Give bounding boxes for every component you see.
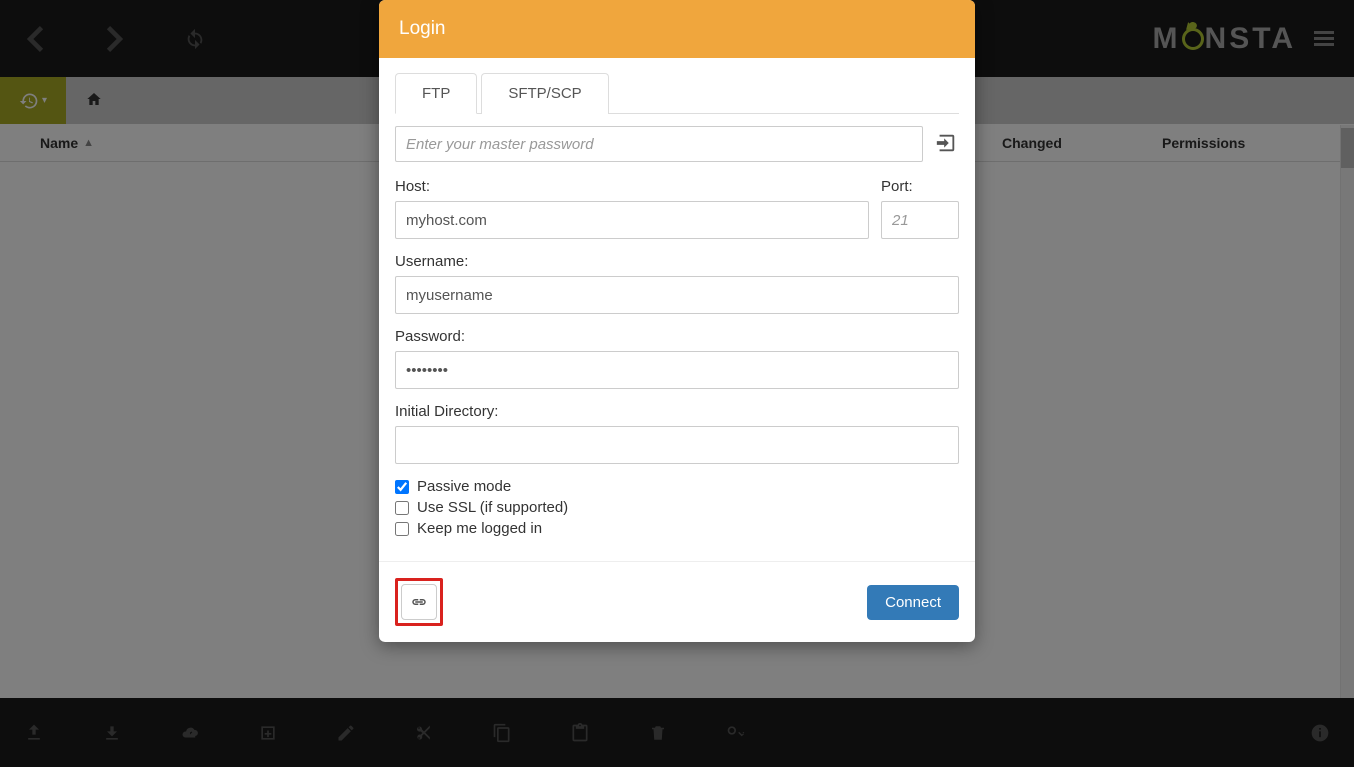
ssl-label: Use SSL (if supported) — [417, 499, 568, 516]
link-button-highlight — [395, 578, 443, 626]
tab-sftp[interactable]: SFTP/SCP — [481, 73, 608, 114]
password-label: Password: — [395, 328, 959, 345]
passive-checkbox[interactable] — [395, 480, 409, 494]
remember-checkbox[interactable] — [395, 522, 409, 536]
tab-ftp[interactable]: FTP — [395, 73, 477, 114]
port-input[interactable] — [881, 201, 959, 239]
master-password-input[interactable] — [395, 126, 923, 162]
connect-button[interactable]: Connect — [867, 585, 959, 620]
host-label: Host: — [395, 178, 869, 195]
signin-icon[interactable] — [933, 132, 959, 157]
username-label: Username: — [395, 253, 959, 270]
login-modal: Login FTP SFTP/SCP Host: Port: Username: — [379, 0, 975, 642]
username-input[interactable] — [395, 276, 959, 314]
modal-title: Login — [379, 0, 975, 58]
ssl-checkbox[interactable] — [395, 501, 409, 515]
initial-directory-label: Initial Directory: — [395, 403, 959, 420]
remember-label: Keep me logged in — [417, 520, 542, 537]
host-input[interactable] — [395, 201, 869, 239]
passive-label: Passive mode — [417, 478, 511, 495]
port-label: Port: — [881, 178, 959, 195]
link-button[interactable] — [401, 584, 437, 620]
login-tabs: FTP SFTP/SCP — [395, 72, 959, 114]
initial-directory-input[interactable] — [395, 426, 959, 464]
password-input[interactable] — [395, 351, 959, 389]
